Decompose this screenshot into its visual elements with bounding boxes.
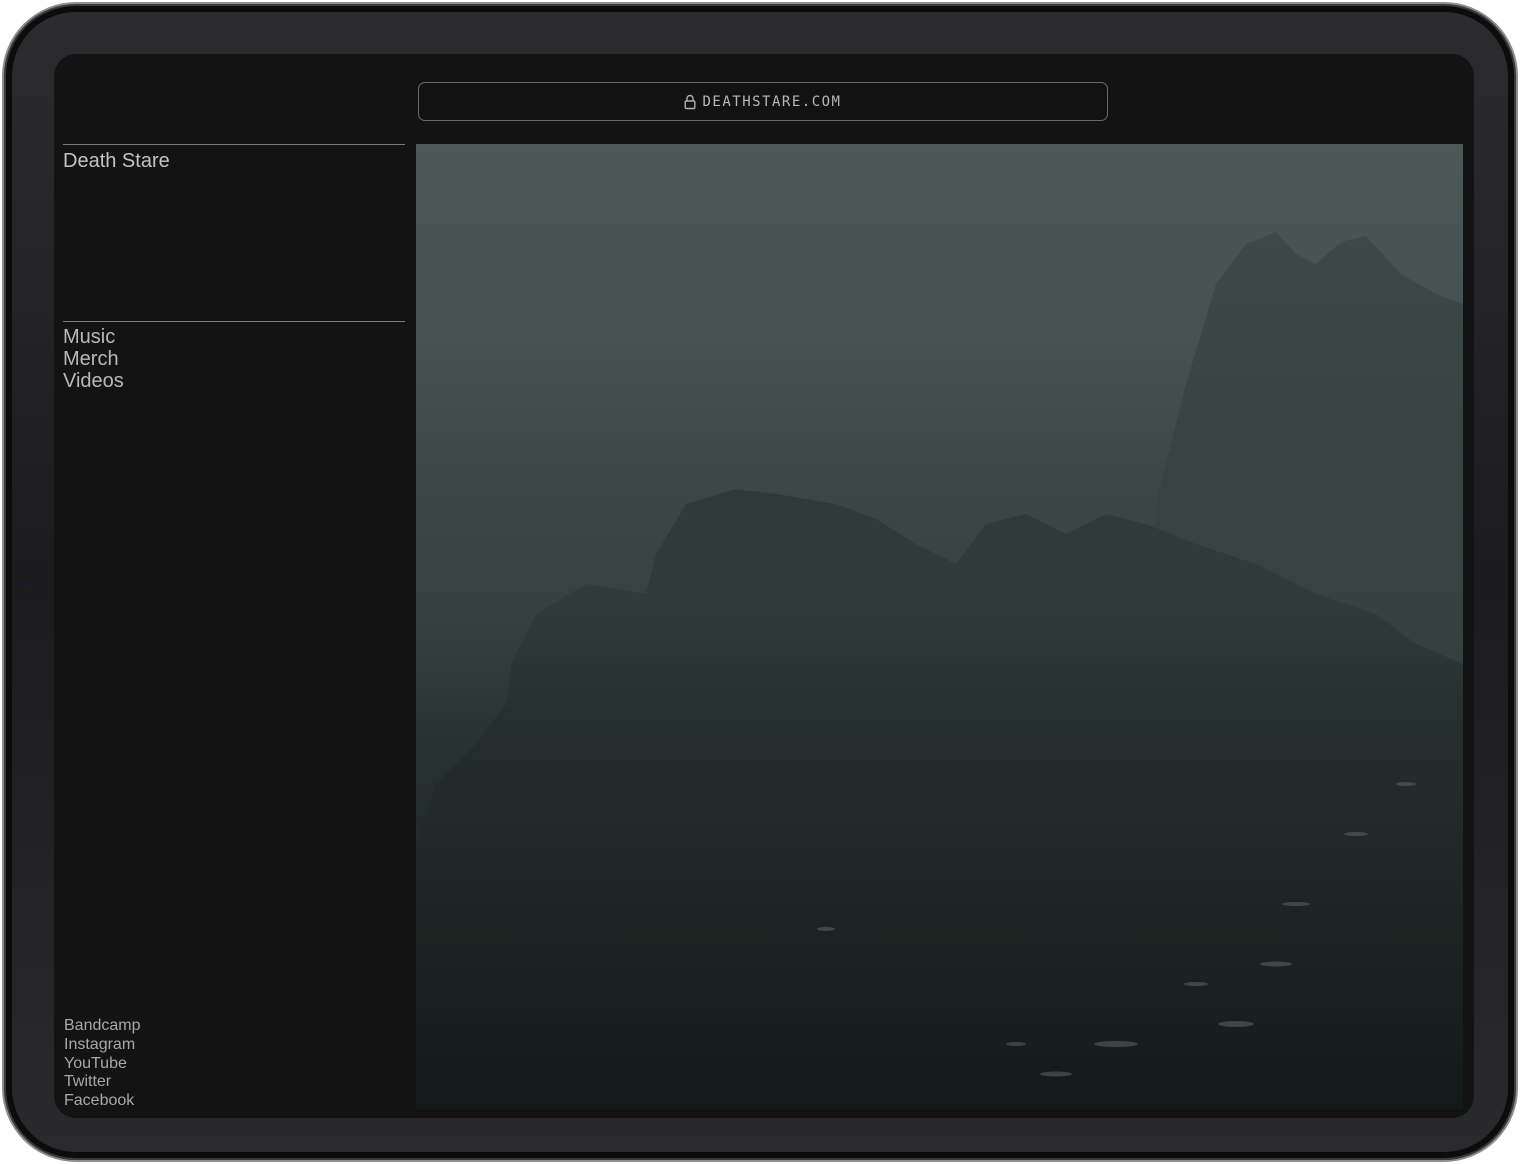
lock-icon [684,94,696,110]
top-divider [63,144,405,145]
social-link-instagram[interactable]: Instagram [64,1036,141,1055]
nav-divider [63,321,405,322]
camera-dot [23,582,29,588]
site-title[interactable]: Death Stare [63,150,170,172]
sidebar: Death Stare Music Merch Videos Bandcamp … [63,144,405,1114]
hero-image-misty-mountains [416,144,1463,1109]
tablet-frame: DEATHSTARE.COM Death Stare Music Merch V… [2,2,1518,1162]
main-nav: Music Merch Videos [63,326,124,392]
nav-item-music[interactable]: Music [63,326,124,348]
nav-item-videos[interactable]: Videos [63,370,124,392]
browser-screen: DEATHSTARE.COM Death Stare Music Merch V… [54,54,1474,1118]
url-text: DEATHSTARE.COM [702,93,842,110]
social-links: Bandcamp Instagram YouTube Twitter Faceb… [64,1017,141,1111]
social-link-youtube[interactable]: YouTube [64,1055,141,1074]
social-link-facebook[interactable]: Facebook [64,1092,141,1111]
social-link-twitter[interactable]: Twitter [64,1073,141,1092]
mountain-silhouette [416,232,1463,1109]
address-bar[interactable]: DEATHSTARE.COM [418,82,1108,121]
nav-item-merch[interactable]: Merch [63,348,124,370]
social-link-bandcamp[interactable]: Bandcamp [64,1017,141,1036]
